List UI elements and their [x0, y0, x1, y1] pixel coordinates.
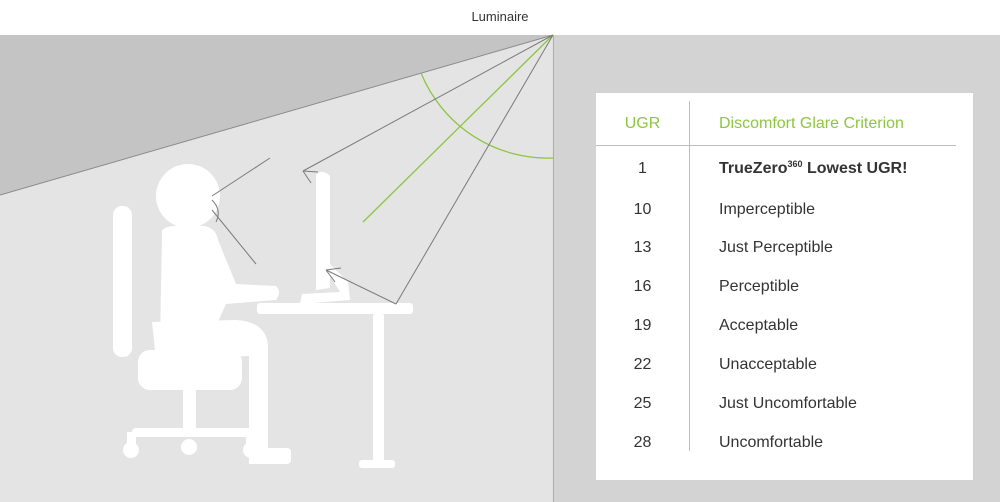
- row-ugr: 28: [633, 434, 652, 451]
- glare-diagram: Luminaire UGR Discomfort Glare Criterion…: [0, 0, 1000, 502]
- row-criterion: Just Perceptible: [719, 239, 833, 256]
- row-ugr: 19: [633, 317, 652, 334]
- row-criterion: Just Uncomfortable: [719, 395, 857, 412]
- row-ugr: 10: [633, 201, 652, 218]
- header-rule: [596, 145, 956, 146]
- highlight-tagline: Lowest UGR!: [802, 160, 908, 177]
- header-ugr: UGR: [624, 115, 661, 132]
- row-ugr: 16: [633, 278, 652, 295]
- brand-name: TrueZero: [719, 160, 788, 177]
- ugr-table: UGR Discomfort Glare Criterion 1 TrueZer…: [596, 93, 973, 480]
- header-criterion: Discomfort Glare Criterion: [719, 115, 904, 132]
- column-divider: [689, 101, 690, 451]
- row-criterion: Uncomfortable: [719, 434, 824, 451]
- row-criterion: Unacceptable: [719, 356, 817, 373]
- row-ugr: 22: [633, 356, 652, 373]
- row-criterion-highlight: TrueZero360 Lowest UGR!: [719, 160, 907, 178]
- row-ugr: 25: [633, 395, 652, 412]
- row-criterion: Imperceptible: [719, 201, 816, 218]
- brand-superscript: 360: [787, 159, 803, 169]
- row-criterion: Acceptable: [719, 317, 799, 334]
- row-criterion: Perceptible: [719, 278, 800, 295]
- row-ugr-highlight: 1: [638, 160, 647, 177]
- row-ugr: 13: [633, 239, 652, 256]
- luminaire-label: Luminaire: [471, 9, 529, 24]
